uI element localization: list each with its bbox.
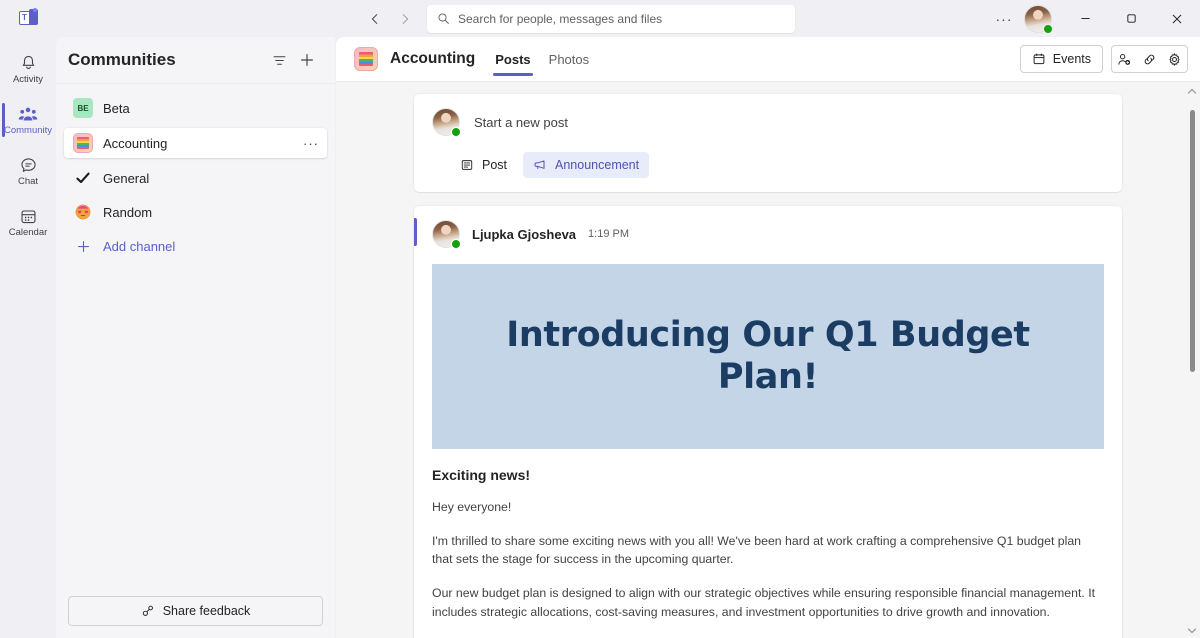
post-type-post-button[interactable]: Post [450, 152, 517, 178]
share-feedback-button[interactable]: Share feedback [68, 596, 323, 626]
channel-actions: Events [1019, 45, 1188, 73]
heart-eyes-emoji [73, 202, 93, 222]
announcement-banner: Introducing Our Q1 Budget Plan! [432, 264, 1104, 449]
add-community-button[interactable] [293, 46, 321, 74]
app-body: Activity Community Chat Calendar Communi… [0, 37, 1200, 638]
avatar[interactable] [1024, 4, 1053, 34]
maximize-button[interactable] [1108, 0, 1154, 37]
communities-panel: Communities BE Beta Accounting ··· Gener… [56, 37, 335, 638]
tab-posts[interactable]: Posts [493, 37, 534, 82]
sidebar-item-chat[interactable]: Chat [0, 147, 56, 195]
channel-name: Beta [103, 100, 130, 116]
channel-header: Accounting Posts Photos Events [336, 37, 1200, 82]
channel-name: Accounting [103, 135, 168, 151]
post-paragraph: Hey everyone! [432, 500, 512, 514]
list-item[interactable]: Random [64, 198, 327, 226]
avatar [432, 108, 461, 137]
title-bar: T Search for people, messages and files … [0, 0, 1200, 37]
sidebar-item-community[interactable]: Community [0, 96, 56, 144]
announcement-accent-bar [414, 218, 417, 246]
forward-arrow-icon[interactable] [391, 5, 419, 33]
avatar [432, 220, 461, 249]
megaphone-icon [533, 158, 547, 172]
post-type-label: Post [482, 158, 508, 172]
checkmark-icon [73, 168, 93, 188]
calendar-icon [19, 207, 38, 226]
post-paragraph: Our new budget plan is designed to align… [432, 586, 1096, 619]
panel-header: Communities [56, 37, 335, 84]
post-paragraph: I'm thrilled to share some exciting news… [432, 533, 1082, 567]
post-composer[interactable]: Start a new post Post Announcement [414, 94, 1122, 192]
scrollbar-thumb[interactable] [1190, 110, 1195, 372]
sidebar-item-calendar[interactable]: Calendar [0, 198, 56, 246]
teams-logo: T [0, 0, 56, 37]
channel-list: BE Beta Accounting ··· General Random Ad… [56, 84, 335, 596]
posts-feed[interactable]: Start a new post Post Announcement Ljupk… [336, 82, 1200, 638]
presence-badge-available [451, 239, 461, 249]
bell-icon [19, 54, 38, 73]
sidebar-item-label: Calendar [8, 226, 48, 238]
filter-icon[interactable] [265, 46, 293, 74]
post-card[interactable]: Ljupka Gjosheva 1:19 PM Introducing Our … [414, 206, 1122, 638]
search-input[interactable]: Search for people, messages and files [427, 4, 795, 33]
post-icon [460, 158, 474, 172]
teams-window: T Search for people, messages and files … [0, 0, 1200, 638]
list-item[interactable]: Accounting ··· [64, 128, 327, 158]
feed-scrollbar[interactable] [1186, 88, 1198, 634]
back-arrow-icon[interactable] [361, 5, 389, 33]
list-item[interactable]: General [64, 164, 327, 192]
minimize-button[interactable] [1062, 0, 1108, 37]
events-label: Events [1052, 52, 1091, 66]
post-timestamp: 1:19 PM [588, 228, 630, 240]
channel-tabs: Posts Photos [493, 37, 591, 82]
post-author[interactable]: Ljupka Gjosheva [472, 227, 576, 242]
plus-icon [73, 239, 93, 254]
share-feedback-icon [141, 604, 155, 618]
list-item[interactable]: BE Beta [64, 94, 327, 122]
app-rail: Activity Community Chat Calendar [0, 37, 56, 638]
channel-name: General [103, 170, 150, 186]
post-type-announcement-button[interactable]: Announcement [523, 152, 650, 178]
banner-title: Introducing Our Q1 Budget Plan! [506, 315, 1030, 397]
sidebar-item-activity[interactable]: Activity [0, 45, 56, 93]
accounting-avatar [73, 133, 93, 153]
page-title: Communities [68, 50, 176, 69]
channel-title: Accounting [390, 50, 476, 67]
window-controls: ··· [988, 0, 1200, 37]
gear-icon[interactable] [1162, 46, 1187, 72]
new-post-placeholder[interactable]: Start a new post [474, 115, 568, 130]
presence-badge-available [1043, 23, 1053, 34]
link-icon[interactable] [1137, 46, 1162, 72]
sidebar-item-label: Chat [17, 175, 39, 187]
channel-icon-group [1111, 45, 1188, 73]
main-content: Accounting Posts Photos Events Start a n… [336, 37, 1200, 638]
add-channel-label: Add channel [103, 238, 176, 254]
tab-photos[interactable]: Photos [547, 37, 591, 82]
calendar-icon [1032, 52, 1046, 66]
history-nav [361, 5, 419, 33]
beta-avatar: BE [73, 98, 93, 118]
events-button[interactable]: Events [1019, 45, 1103, 73]
people-community-icon [18, 105, 38, 124]
chat-bubble-icon [19, 156, 38, 175]
search-placeholder: Search for people, messages and files [458, 11, 663, 26]
add-channel-button[interactable]: Add channel [64, 232, 327, 260]
sidebar-item-label: Activity [12, 73, 44, 85]
channel-name: Random [103, 204, 153, 220]
share-feedback-label: Share feedback [162, 604, 251, 618]
close-button[interactable] [1154, 0, 1200, 37]
presence-badge-available [451, 127, 461, 137]
post-type-label: Announcement [555, 158, 640, 172]
accounting-avatar [354, 47, 378, 71]
panel-footer: Share feedback [56, 596, 335, 638]
post-heading: Exciting news! [432, 467, 531, 483]
channel-overflow-button[interactable]: ··· [303, 136, 319, 151]
search-icon [437, 12, 450, 25]
settings-and-more-button[interactable]: ··· [988, 5, 1020, 33]
sidebar-item-label: Community [3, 124, 53, 136]
manage-members-icon[interactable] [1112, 46, 1137, 72]
